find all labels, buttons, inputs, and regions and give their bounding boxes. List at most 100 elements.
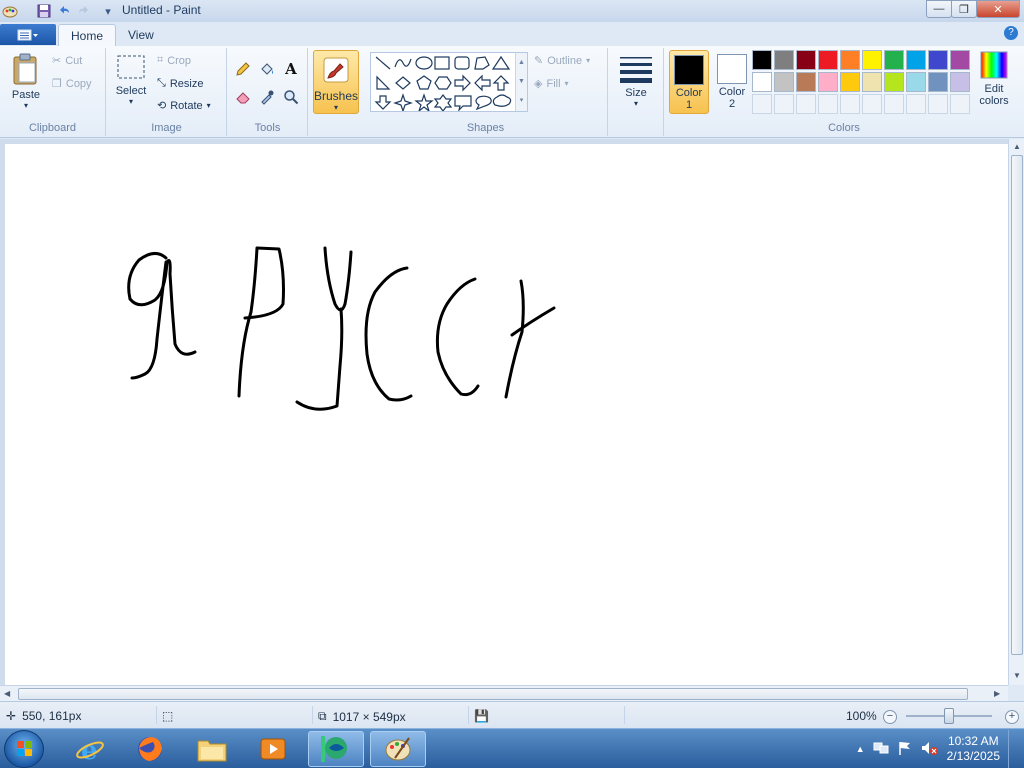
scroll-up-arrow-icon[interactable]: ▲ [1013,142,1021,151]
left-arrow-shape-icon[interactable] [474,74,491,92]
palette-swatch[interactable] [928,50,948,70]
palette-swatch[interactable] [928,72,948,92]
custom-color-slot[interactable] [774,94,794,114]
palette-swatch[interactable] [906,50,926,70]
minimize-button[interactable]: — [926,0,952,18]
custom-color-slot[interactable] [796,94,816,114]
palette-swatch[interactable] [818,50,838,70]
six-point-star-shape-icon[interactable] [433,94,453,111]
palette-swatch[interactable] [862,50,882,70]
fill-tool[interactable] [256,58,278,80]
system-clock[interactable]: 10:32 AM 2/13/2025 [947,734,1000,764]
custom-color-slot[interactable] [840,94,860,114]
undo-icon[interactable] [56,3,72,19]
custom-color-slot[interactable] [950,94,970,114]
palette-swatch[interactable] [796,50,816,70]
palette-swatch[interactable] [752,72,772,92]
hexagon-shape-icon[interactable] [434,76,452,90]
select-button[interactable]: Select ▾ [113,52,149,106]
show-desktop-button[interactable] [1008,730,1020,768]
palette-swatch[interactable] [796,72,816,92]
show-hidden-icons-button[interactable]: ▲ [856,744,865,754]
rounded-rectangle-shape-icon[interactable] [454,56,470,70]
five-point-star-shape-icon[interactable] [414,93,434,111]
tab-view[interactable]: View [116,24,166,46]
palette-swatch[interactable] [840,72,860,92]
taskbar-file-explorer[interactable] [184,731,240,767]
zoom-in-button[interactable]: + [1005,710,1019,724]
diamond-shape-icon[interactable] [395,76,411,90]
resize-button[interactable]: ⤡ Resize [157,77,203,90]
paste-button[interactable]: Paste ▾ [6,52,46,110]
down-arrow-shape-icon[interactable] [374,95,392,110]
outline-button[interactable]: ✎ Outline ▾ [534,54,590,68]
edit-colors-button[interactable]: Edit colors [975,50,1013,107]
scroll-right-arrow-icon[interactable]: ▶ [994,689,1000,698]
up-arrow-shape-icon[interactable] [492,75,510,91]
network-icon[interactable] [873,740,889,759]
line-shape-icon[interactable] [375,56,391,70]
copy-button[interactable]: ❐ Copy [52,77,92,91]
palette-swatch[interactable] [884,50,904,70]
palette-swatch[interactable] [950,72,970,92]
rectangle-shape-icon[interactable] [434,56,450,70]
taskbar-app-green[interactable] [308,731,364,767]
palette-swatch[interactable] [884,72,904,92]
triangle-shape-icon[interactable] [491,55,511,70]
oval-shape-icon[interactable] [415,56,433,70]
horizontal-scroll-thumb[interactable] [18,688,968,700]
text-tool[interactable]: A [280,58,302,80]
fill-button[interactable]: ◈ Fill ▾ [534,77,569,91]
start-button[interactable] [4,730,44,768]
custom-color-slot[interactable] [906,94,926,114]
maximize-button[interactable]: ❐ [951,0,977,18]
palette-swatch[interactable] [840,50,860,70]
horizontal-scrollbar[interactable]: ◀ ▶ [0,685,1008,701]
rect-callout-shape-icon[interactable] [454,95,472,111]
action-center-flag-icon[interactable] [897,740,913,759]
palette-swatch[interactable] [950,50,970,70]
eraser-tool[interactable] [232,86,254,108]
custom-color-slot[interactable] [752,94,772,114]
palette-swatch[interactable] [774,72,794,92]
drawing-canvas[interactable] [5,144,1008,685]
taskbar-firefox[interactable] [122,731,178,767]
zoom-out-button[interactable]: − [883,710,897,724]
color1-button[interactable]: Color 1 [669,50,709,114]
crop-button[interactable]: ⌗ Crop [157,54,191,67]
save-icon[interactable] [36,3,52,19]
help-icon[interactable]: ? [1004,26,1018,40]
color2-button[interactable]: Color 2 [712,50,752,114]
magnifier-tool[interactable] [280,86,302,108]
custom-color-slot[interactable] [884,94,904,114]
pencil-tool[interactable] [232,58,254,80]
palette-swatch[interactable] [906,72,926,92]
redo-icon[interactable] [76,3,92,19]
tab-home[interactable]: Home [58,24,117,46]
color-picker-tool[interactable] [256,86,278,108]
vertical-scroll-thumb[interactable] [1011,155,1023,655]
right-arrow-shape-icon[interactable] [454,74,471,92]
paint-menu-button[interactable] [0,24,56,45]
palette-swatch[interactable] [774,50,794,70]
right-triangle-shape-icon[interactable] [376,75,391,90]
cloud-callout-shape-icon[interactable] [492,94,512,107]
palette-swatch[interactable] [818,72,838,92]
taskbar-media-player[interactable] [245,731,301,767]
volume-muted-icon[interactable] [921,740,939,759]
curve-shape-icon[interactable] [394,58,412,68]
oval-callout-shape-icon[interactable] [475,95,492,111]
scroll-left-arrow-icon[interactable]: ◀ [4,689,10,698]
vertical-scrollbar[interactable]: ▲ ▼ [1008,139,1024,685]
polygon-shape-icon[interactable] [474,56,490,70]
brushes-button[interactable]: Brushes ▾ [313,50,359,114]
size-button[interactable]: Size ▾ [616,54,656,108]
taskbar-paint[interactable] [370,731,426,767]
custom-color-slot[interactable] [862,94,882,114]
taskbar-internet-explorer[interactable]: e [62,731,118,767]
zoom-slider-thumb[interactable] [944,708,954,724]
paint-app-icon[interactable] [2,3,18,19]
custom-color-slot[interactable] [818,94,838,114]
palette-swatch[interactable] [862,72,882,92]
rotate-button[interactable]: ⟲ Rotate ▾ [157,99,211,113]
